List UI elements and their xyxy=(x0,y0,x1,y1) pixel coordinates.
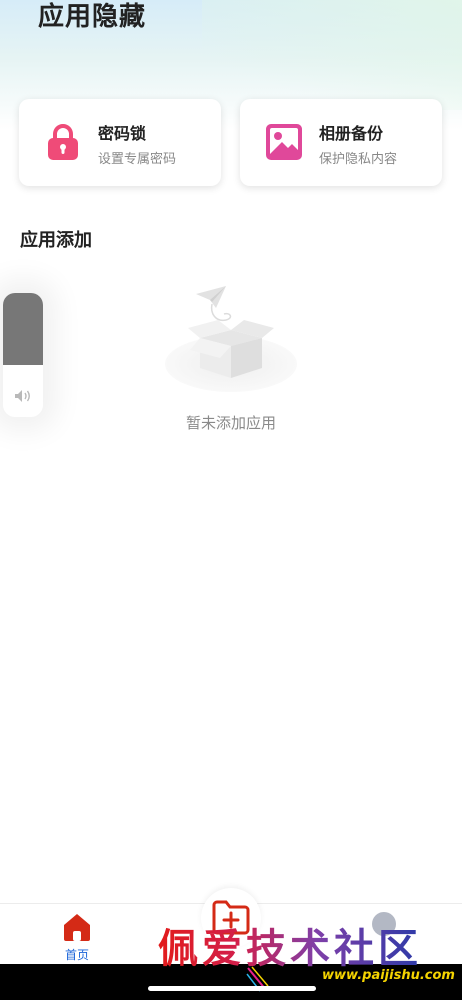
watermark-text: 佩爱技术社区 xyxy=(158,916,422,974)
volume-level-fill xyxy=(3,293,43,365)
password-lock-card[interactable]: 密码锁 设置专属密码 xyxy=(19,99,221,186)
card-subtitle: 保护隐私内容 xyxy=(319,152,398,167)
image-icon xyxy=(266,124,302,160)
card-title: 相册备份 xyxy=(319,124,384,143)
nav-home-label: 首页 xyxy=(64,948,89,962)
home-icon xyxy=(64,914,90,941)
lock-icon xyxy=(48,124,78,160)
empty-state-text: 暂未添加应用 xyxy=(185,414,276,432)
card-subtitle: 设置专属密码 xyxy=(98,152,177,167)
nav-home-tab[interactable]: 首页 xyxy=(52,912,102,964)
section-title: 应用添加 xyxy=(20,230,92,251)
album-backup-card[interactable]: 相册备份 保护隐私内容 xyxy=(240,99,442,186)
home-indicator[interactable] xyxy=(148,986,316,991)
watermark-url: www.paijishu.com xyxy=(322,968,455,983)
speaker-icon xyxy=(15,390,30,402)
empty-box-icon xyxy=(165,286,297,392)
card-title: 密码锁 xyxy=(98,124,147,143)
page-title: 应用隐藏 xyxy=(38,2,147,32)
volume-slider[interactable] xyxy=(3,293,43,417)
